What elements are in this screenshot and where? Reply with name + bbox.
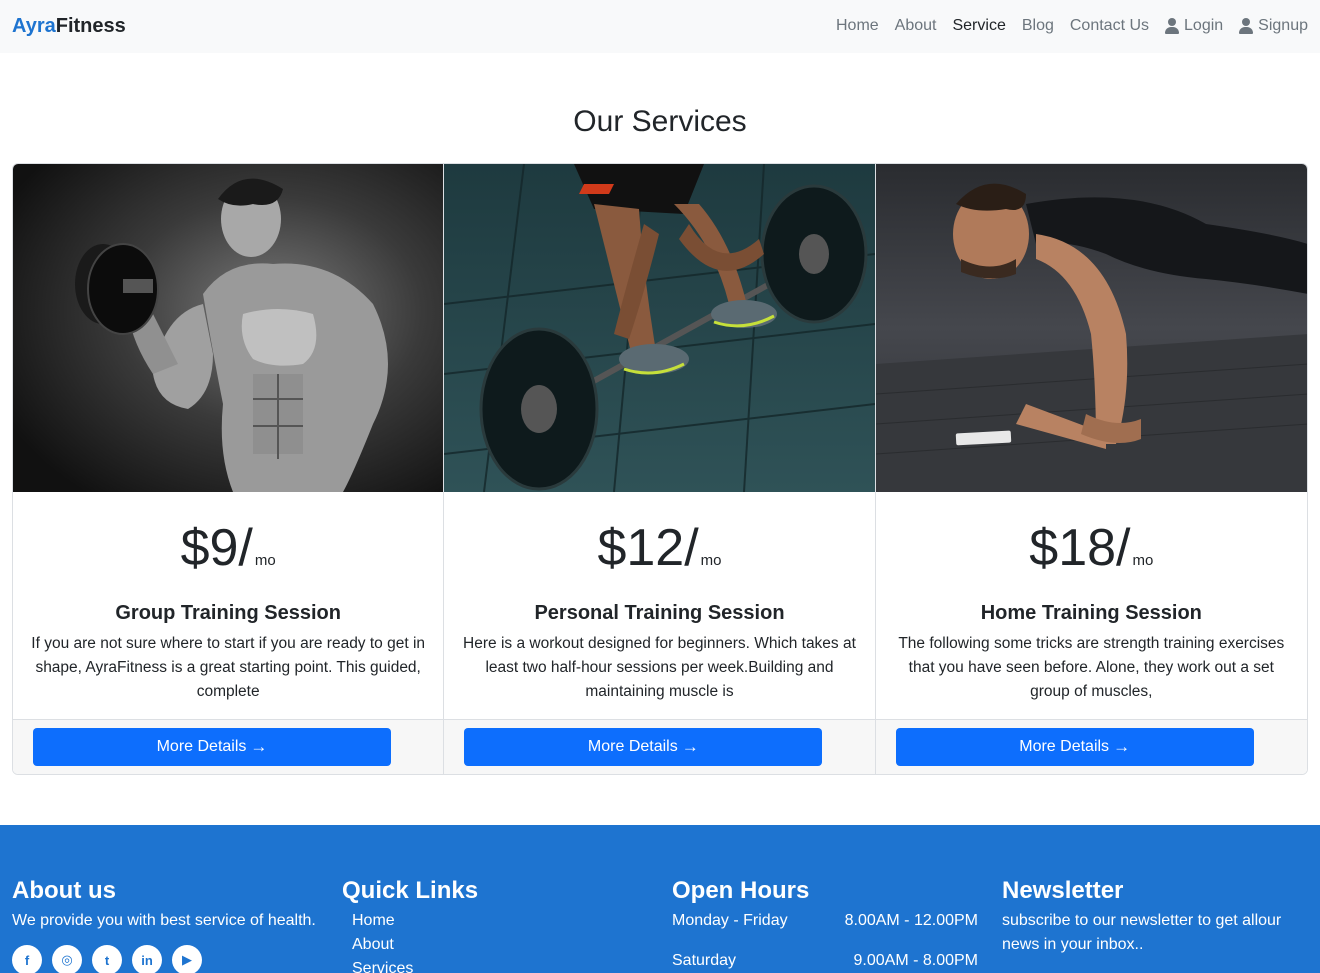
nav-login[interactable]: Login [1165, 14, 1223, 38]
footer-newsletter-text: subscribe to our newsletter to get allou… [1002, 912, 1282, 953]
linkedin-icon[interactable]: in [132, 945, 162, 973]
price-display: $18/mo [876, 516, 1307, 580]
button-label: More Details [1019, 738, 1110, 755]
nav-service[interactable]: Service [952, 14, 1005, 38]
twitter-icon[interactable]: t [92, 945, 122, 973]
price-display: $9/mo [13, 516, 443, 580]
section-title: Our Services [573, 105, 747, 138]
hours-time: 8.00AM - 12.00PM [844, 912, 978, 929]
footer-quick-links: Quick Links Home About Services [342, 877, 660, 973]
service-card-home-training: $18/mo Home Training Session The followi… [875, 164, 1307, 774]
card-image-deadlift [444, 164, 875, 492]
card-title: Home Training Session [980, 602, 1202, 624]
footer-link-services[interactable]: Services [352, 957, 660, 973]
youtube-icon[interactable]: ▶ [172, 945, 202, 973]
navbar: AyraFitness Home About Service Blog Cont… [0, 0, 1320, 53]
price-period: mo [1132, 552, 1154, 569]
hours-row: Monday - Friday 8.00AM - 12.00PM [672, 909, 978, 933]
services-card-group: $9/mo Group Training Session If you are … [12, 163, 1308, 775]
footer-newsletter-heading: Newsletter [1002, 877, 1124, 904]
facebook-icon[interactable]: f [12, 945, 42, 973]
brand-logo[interactable]: AyraFitness [12, 14, 126, 38]
signup-label: Signup [1258, 17, 1308, 34]
arrow-right-icon: → [1113, 737, 1131, 756]
login-label: Login [1184, 17, 1224, 34]
price-amount: $18/ [1029, 519, 1131, 577]
nav-contact[interactable]: Contact Us [1070, 14, 1149, 38]
card-footer: More Details → [444, 719, 875, 774]
instagram-icon[interactable]: ◎ [52, 945, 82, 973]
user-icon [1239, 18, 1254, 34]
footer-link-home[interactable]: Home [352, 909, 660, 933]
hours-row: Saturday 9.00AM - 8.00PM [672, 949, 978, 973]
price-period: mo [700, 552, 722, 569]
more-details-button[interactable]: More Details → [895, 728, 1254, 766]
footer: About us We provide you with best servic… [0, 825, 1320, 973]
price-amount: $12/ [597, 519, 699, 577]
social-links: f ◎ t in ▶ [12, 945, 330, 973]
service-card-group-training: $9/mo Group Training Session If you are … [13, 164, 445, 774]
nav-blog[interactable]: Blog [1022, 14, 1054, 38]
card-description: Here is a workout designed for beginners… [463, 635, 856, 700]
nav-about[interactable]: About [895, 14, 937, 38]
brand-part-2: Fitness [55, 15, 126, 37]
user-icon [1165, 18, 1180, 34]
price-display: $12/mo [444, 516, 874, 580]
footer-open-hours: Open Hours Monday - Friday 8.00AM - 12.0… [672, 877, 978, 973]
nav-menu: Home About Service Blog Contact Us Login… [820, 14, 1308, 38]
price-period: mo [254, 552, 276, 569]
hours-day: Saturday [672, 952, 737, 969]
footer-newsletter: Newsletter subscribe to our newsletter t… [1002, 877, 1308, 957]
footer-about-text: We provide you with best service of heal… [12, 912, 316, 929]
footer-about: About us We provide you with best servic… [12, 877, 330, 973]
footer-link-about[interactable]: About [352, 933, 660, 957]
arrow-right-icon: → [250, 737, 268, 756]
nav-signup[interactable]: Signup [1239, 14, 1308, 38]
card-image-dumbbell [13, 164, 444, 492]
hours-time: 9.00AM - 8.00PM [853, 952, 979, 969]
price-amount: $9/ [180, 519, 253, 577]
card-footer: More Details → [13, 719, 444, 774]
more-details-button[interactable]: More Details → [464, 728, 823, 766]
footer-about-heading: About us [12, 877, 116, 904]
card-image-pushup [875, 164, 1307, 492]
button-label: More Details [587, 738, 678, 755]
nav-home[interactable]: Home [836, 14, 879, 38]
card-title: Personal Training Session [534, 602, 785, 624]
footer-quick-links-heading: Quick Links [342, 877, 479, 904]
hours-day: Monday - Friday [672, 912, 788, 929]
footer-open-hours-heading: Open Hours [672, 877, 810, 904]
more-details-button[interactable]: More Details → [33, 728, 391, 766]
button-label: More Details [156, 738, 247, 755]
card-title: Group Training Session [115, 602, 341, 624]
service-card-personal-training: $12/mo Personal Training Session Here is… [444, 164, 876, 774]
brand-part-1: Ayra [12, 15, 56, 37]
card-description: If you are not sure where to start if yo… [31, 635, 426, 700]
card-description: The following some tricks are strength t… [898, 635, 1285, 700]
card-footer: More Details → [875, 719, 1307, 774]
arrow-right-icon: → [681, 737, 699, 756]
